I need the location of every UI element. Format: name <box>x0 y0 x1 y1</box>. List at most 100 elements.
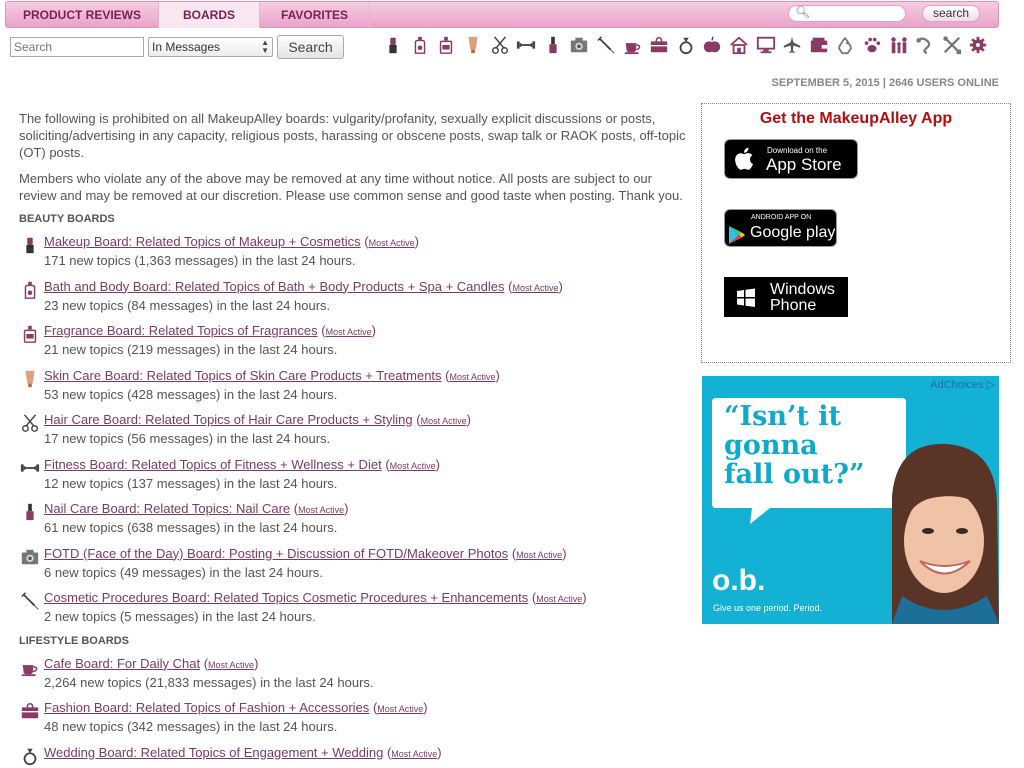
paw-icon[interactable] <box>859 33 886 57</box>
most-active-link[interactable]: Most Active <box>377 704 423 714</box>
paren-close: ) <box>254 655 259 671</box>
ring-icon[interactable] <box>673 33 700 57</box>
board-title-line: Fragrance Board: Related Topics of Fragr… <box>44 322 691 341</box>
tab-favorites[interactable]: FAVORITES <box>260 2 370 28</box>
airplane-icon[interactable] <box>779 33 806 57</box>
handbag-icon[interactable] <box>646 33 673 57</box>
tools-icon[interactable] <box>938 33 965 57</box>
paren-close: ) <box>371 323 376 338</box>
house-icon[interactable] <box>726 33 753 57</box>
board-stats: 48 new topics (342 messages) in the last… <box>44 719 338 734</box>
paren-close: ) <box>582 590 587 605</box>
board-link[interactable]: Makeup Board: Related Topics of Makeup +… <box>44 234 361 249</box>
nail-polish-icon[interactable] <box>540 33 567 57</box>
most-active-link[interactable]: Most Active <box>391 749 437 759</box>
app-promo-box: Get the MakeupAlley App Download on the … <box>701 103 1011 363</box>
dumbbell-icon[interactable] <box>513 33 540 57</box>
lipstick-icon[interactable] <box>380 33 407 57</box>
syringe-icon <box>19 590 41 612</box>
board-title-line: FOTD (Face of the Day) Board: Posting + … <box>44 545 691 564</box>
family-icon[interactable] <box>885 33 912 57</box>
most-active-link[interactable]: Most Active <box>326 327 372 337</box>
play-triangle-icon <box>728 225 746 248</box>
board-stats: 17 new topics (56 messages) in the last … <box>44 431 331 446</box>
search-scope-value: In Messages <box>152 40 221 54</box>
board-list-item: Fragrance Board: Related Topics of Fragr… <box>19 322 691 367</box>
bath-bottle-icon[interactable] <box>407 33 434 57</box>
scissors-icon[interactable] <box>486 33 513 57</box>
most-active-link[interactable]: Most Active <box>208 660 254 670</box>
board-link[interactable]: Fitness Board: Related Topics of Fitness… <box>44 457 382 472</box>
app-store-big-text: App Store <box>766 155 842 174</box>
recycle-icon[interactable] <box>832 33 859 57</box>
google-play-badge[interactable]: ANDROID APP ON Google play <box>724 209 837 247</box>
most-active-link[interactable]: Most Active <box>421 416 467 426</box>
board-list-item: Fitness Board: Related Topics of Fitness… <box>19 456 691 501</box>
beauty-boards-heading: BEAUTY BOARDS <box>19 213 115 225</box>
paren-close: ) <box>437 744 442 760</box>
most-active-link[interactable]: Most Active <box>369 238 415 248</box>
most-active-link[interactable]: Most Active <box>298 505 344 515</box>
board-link[interactable]: Cafe Board: For Daily Chat <box>44 656 200 671</box>
paren-close: ) <box>414 234 419 249</box>
lifestyle-board-list: Cafe Board: For Daily Chat (Most Active)… <box>19 655 691 768</box>
board-link[interactable]: Hair Care Board: Related Topics of Hair … <box>44 412 413 427</box>
board-search-button[interactable]: Search <box>277 35 344 59</box>
perfume-icon[interactable] <box>433 33 460 57</box>
board-stats: 61 new topics (638 messages) in the last… <box>44 520 338 535</box>
wallet-icon[interactable] <box>806 33 833 57</box>
board-link[interactable]: Cosmetic Procedures Board: Related Topic… <box>44 590 528 605</box>
most-active-link[interactable]: Most Active <box>450 372 496 382</box>
camera-icon[interactable] <box>566 33 593 57</box>
board-title-line: Cafe Board: For Daily Chat (Most Active) <box>44 655 691 674</box>
site-search-button[interactable]: search <box>922 5 980 22</box>
monitor-icon[interactable] <box>752 33 779 57</box>
ad-brand-logo: o.b. <box>712 564 766 597</box>
board-icon-strip <box>380 33 992 57</box>
google-play-small-text: ANDROID APP ON <box>751 214 812 221</box>
most-active-link[interactable]: Most Active <box>390 461 436 471</box>
tab-boards[interactable]: BOARDS <box>159 2 260 28</box>
apple-icon[interactable] <box>699 33 726 57</box>
app-store-small-text: Download on the <box>767 146 828 155</box>
board-list-item: Nail Care Board: Related Topics: Nail Ca… <box>19 500 691 545</box>
snake-icon[interactable] <box>912 33 939 57</box>
board-link[interactable]: Nail Care Board: Related Topics: Nail Ca… <box>44 501 290 516</box>
coffee-cup-icon[interactable] <box>619 33 646 57</box>
windows-phone-badge[interactable]: Windows Phone <box>724 277 848 317</box>
most-active-link[interactable]: Most Active <box>516 550 562 560</box>
most-active-link[interactable]: Most Active <box>536 594 582 604</box>
board-stats: 2,264 new topics (21,833 messages) in th… <box>44 674 374 690</box>
most-active-link[interactable]: Most Active <box>512 283 558 293</box>
gear-icon[interactable] <box>965 33 992 57</box>
app-store-badge[interactable]: Download on the App Store <box>724 139 858 179</box>
board-search-input[interactable] <box>10 37 144 57</box>
board-link[interactable]: FOTD (Face of the Day) Board: Posting + … <box>44 546 508 561</box>
board-stats: 171 new topics (1,363 messages) in the l… <box>44 253 356 268</box>
board-title-line: Cosmetic Procedures Board: Related Topic… <box>44 589 691 608</box>
board-link[interactable]: Wedding Board: Related Topics of Engagem… <box>44 745 383 760</box>
board-link[interactable]: Bath and Body Board: Related Topics of B… <box>44 279 504 294</box>
board-title-line: Makeup Board: Related Topics of Makeup +… <box>44 233 691 252</box>
board-link[interactable]: Skin Care Board: Related Topics of Skin … <box>44 368 442 383</box>
paren-close: ) <box>558 278 563 294</box>
google-play-big-text: Google play <box>750 224 836 241</box>
board-title-line: Nail Care Board: Related Topics: Nail Ca… <box>44 500 691 519</box>
ad-tagline: Give us one period. Period. <box>713 603 823 613</box>
board-link[interactable]: Fashion Board: Related Topics of Fashion… <box>44 700 369 715</box>
advertisement[interactable]: AdChoices ▷ “Isn’t it gonna fall out?” o… <box>702 376 999 624</box>
tab-product-reviews[interactable]: PRODUCT REVIEWS <box>6 2 159 28</box>
board-list-item: Skin Care Board: Related Topics of Skin … <box>19 367 691 412</box>
windows-phone-line2: Phone <box>770 297 817 314</box>
skincare-tube-icon[interactable] <box>460 33 487 57</box>
syringe-icon[interactable] <box>593 33 620 57</box>
paren-close: ) <box>495 367 500 383</box>
lifestyle-boards-heading: LIFESTYLE BOARDS <box>19 634 130 647</box>
board-stats: 23 new topics (84 messages) in the last … <box>44 297 331 313</box>
board-link[interactable]: Fragrance Board: Related Topics of Fragr… <box>44 323 318 338</box>
beauty-board-list: Makeup Board: Related Topics of Makeup +… <box>19 233 691 634</box>
paren-close: ) <box>423 700 428 715</box>
board-list-item: Bath and Body Board: Related Topics of B… <box>19 278 691 323</box>
search-scope-select[interactable]: In Messages ▲ ▼ <box>148 37 273 57</box>
adchoices-link[interactable]: AdChoices ▷ <box>930 378 995 391</box>
